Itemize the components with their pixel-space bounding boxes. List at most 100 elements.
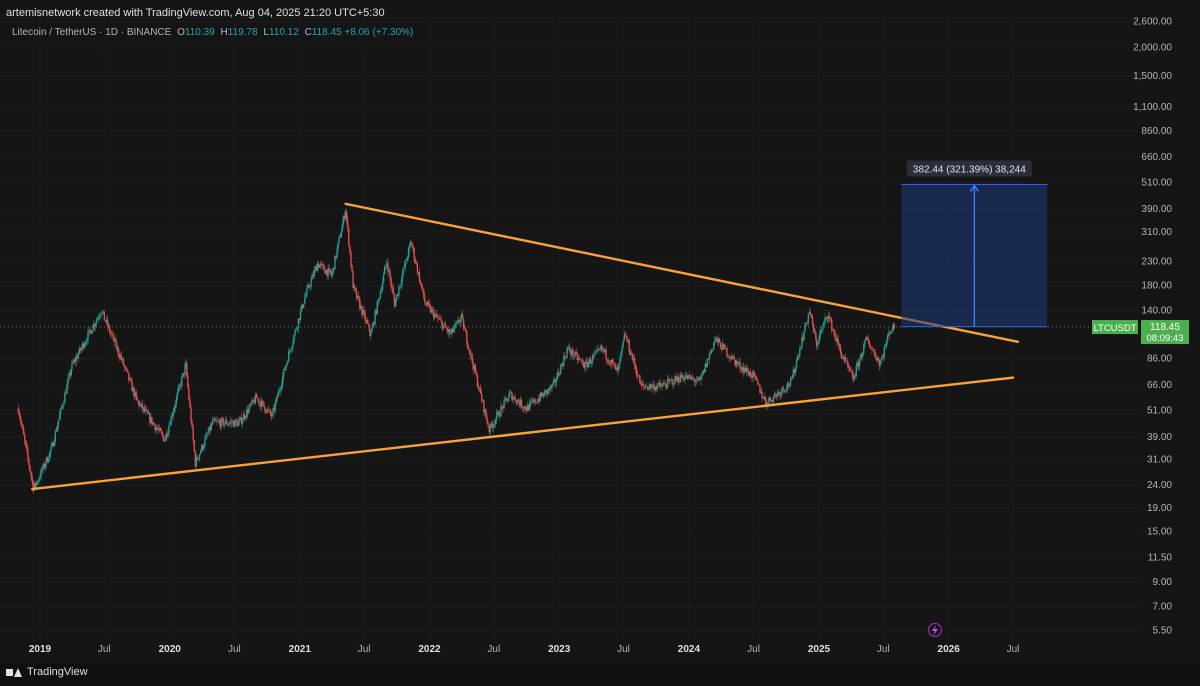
candle bbox=[611, 359, 614, 363]
candle bbox=[869, 344, 871, 348]
candle bbox=[177, 386, 180, 392]
candle bbox=[855, 365, 857, 376]
tradingview-logo[interactable]: TradingView bbox=[6, 666, 88, 678]
candle bbox=[110, 332, 112, 334]
candle bbox=[168, 425, 170, 433]
candle bbox=[130, 378, 132, 382]
candle bbox=[569, 346, 571, 352]
candle bbox=[794, 367, 797, 374]
candle bbox=[100, 313, 102, 315]
candle bbox=[890, 331, 892, 333]
candle bbox=[30, 471, 32, 477]
y-tick-label: 390.00 bbox=[1141, 204, 1172, 215]
candle bbox=[279, 388, 282, 391]
candle bbox=[459, 322, 461, 323]
candle bbox=[37, 481, 39, 483]
candle bbox=[127, 370, 129, 373]
candle bbox=[700, 376, 702, 380]
candle bbox=[299, 310, 302, 321]
candle bbox=[193, 440, 195, 452]
low-value: 110.12 bbox=[268, 27, 299, 38]
candle bbox=[493, 423, 496, 425]
high-value: 119.78 bbox=[227, 27, 258, 38]
candle bbox=[220, 418, 222, 428]
candle bbox=[467, 343, 469, 349]
symbol-name[interactable]: Litecoin / TetherUS · 1D · BINANCE bbox=[12, 27, 171, 38]
candle bbox=[613, 363, 616, 365]
price-tag-value: 118.45 bbox=[1150, 322, 1180, 333]
candle bbox=[893, 324, 895, 329]
candle bbox=[204, 438, 206, 446]
candle bbox=[198, 454, 201, 459]
price-tag-countdown: 08:09:43 bbox=[1147, 333, 1184, 344]
candle bbox=[77, 353, 80, 359]
x-tick-label: 2026 bbox=[938, 644, 961, 655]
candle bbox=[191, 421, 193, 427]
candle bbox=[115, 339, 117, 348]
candle bbox=[691, 377, 694, 379]
candle bbox=[412, 246, 414, 249]
candle bbox=[558, 374, 561, 376]
change-value: +8.06 (+7.30%) bbox=[344, 27, 414, 38]
candle bbox=[495, 412, 498, 420]
candle bbox=[736, 361, 738, 364]
candle bbox=[22, 428, 25, 435]
candle bbox=[595, 351, 597, 353]
y-tick-label: 510.00 bbox=[1141, 178, 1172, 189]
candle bbox=[873, 350, 875, 353]
candle bbox=[788, 385, 791, 387]
candle bbox=[874, 352, 876, 357]
candle bbox=[290, 349, 292, 351]
close-value: 118.45 bbox=[311, 27, 342, 38]
candle bbox=[122, 358, 125, 366]
x-tick-label: 2025 bbox=[808, 644, 831, 655]
candle bbox=[172, 411, 174, 417]
y-tick-label: 860.00 bbox=[1141, 126, 1172, 137]
projection-measure[interactable]: 382.44 (321.39%) 38,244 bbox=[901, 160, 1048, 328]
candle bbox=[829, 318, 832, 320]
y-tick-label: 140.00 bbox=[1141, 306, 1172, 317]
candle bbox=[186, 362, 188, 377]
candle bbox=[223, 423, 226, 426]
candle bbox=[235, 419, 237, 422]
candle bbox=[44, 464, 47, 468]
candle bbox=[456, 321, 458, 324]
candle bbox=[64, 392, 66, 403]
price-chart[interactable]: 382.44 (321.39%) 38,244 2,600.00 2,000.00… bbox=[0, 0, 1200, 686]
candle bbox=[189, 399, 191, 408]
candle bbox=[381, 282, 384, 290]
candle bbox=[58, 414, 61, 421]
candle bbox=[378, 298, 381, 300]
candle bbox=[823, 321, 825, 326]
candle bbox=[405, 260, 408, 262]
candle bbox=[153, 422, 155, 425]
candle bbox=[294, 329, 296, 335]
candle bbox=[203, 445, 205, 450]
candle bbox=[664, 383, 667, 387]
candle bbox=[354, 288, 357, 291]
candle bbox=[849, 367, 851, 371]
candle bbox=[772, 396, 775, 403]
candle bbox=[517, 399, 520, 403]
y-tick-label: 7.00 bbox=[1153, 602, 1173, 613]
candle bbox=[207, 432, 209, 435]
tradingview-logo-text: TradingView bbox=[27, 666, 88, 678]
candle bbox=[267, 409, 269, 410]
candle bbox=[466, 331, 468, 344]
candle bbox=[418, 272, 421, 283]
candle bbox=[573, 356, 575, 357]
candle bbox=[36, 481, 38, 486]
candle bbox=[263, 402, 265, 407]
candle bbox=[162, 436, 165, 442]
candle bbox=[605, 349, 607, 359]
candle bbox=[238, 419, 241, 422]
candle bbox=[444, 323, 447, 328]
open-label: O bbox=[177, 27, 185, 38]
candle bbox=[341, 223, 344, 232]
x-tick-label: 2020 bbox=[159, 644, 182, 655]
y-tick-label: 39.00 bbox=[1147, 432, 1172, 443]
candle bbox=[94, 323, 97, 327]
candle bbox=[701, 374, 703, 377]
high-label: H bbox=[220, 27, 228, 38]
candle bbox=[692, 378, 695, 380]
